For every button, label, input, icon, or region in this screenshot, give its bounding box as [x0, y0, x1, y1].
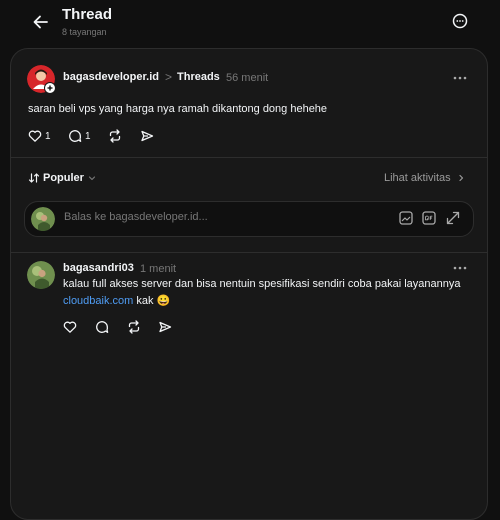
activity-label: Lihat aktivitas: [384, 172, 451, 184]
reply-time: 1 menit: [140, 263, 177, 275]
sort-arrows-icon: [28, 173, 40, 183]
feed-name[interactable]: Threads: [177, 71, 220, 83]
page-title: Thread: [62, 6, 113, 23]
reply-placeholder: Balas ke bagasdeveloper.id...: [64, 211, 208, 223]
comment-button[interactable]: 1: [68, 129, 91, 143]
arrow-left-icon[interactable]: [30, 11, 52, 33]
reply-text: kalau full akses server dan bisa nentuin…: [63, 278, 461, 290]
reply-text-tail: kak: [136, 295, 154, 307]
post-more-icon[interactable]: [452, 75, 468, 81]
view-activity-link[interactable]: Lihat aktivitas: [384, 172, 466, 184]
share-button[interactable]: [140, 129, 154, 143]
more-options-icon[interactable]: [450, 11, 470, 31]
reply-author-avatar[interactable]: [27, 261, 55, 289]
heart-icon: [63, 321, 77, 333]
reply-like-button[interactable]: [63, 320, 77, 334]
user-avatar: [31, 207, 55, 231]
repost-button[interactable]: [108, 129, 122, 143]
gif-icon[interactable]: [420, 209, 438, 227]
post-author[interactable]: bagasdeveloper.id: [63, 71, 159, 83]
post-time: 56 menit: [226, 72, 269, 84]
chevron-down-icon: [88, 176, 96, 181]
view-count: 8 tayangan: [62, 27, 107, 37]
expand-icon[interactable]: [444, 209, 462, 227]
header: Thread 8 tayangan: [0, 0, 500, 46]
divider: [10, 252, 488, 253]
reply-count: 1: [85, 130, 91, 142]
image-icon[interactable]: [397, 209, 415, 227]
follow-badge-icon[interactable]: [44, 82, 56, 94]
repost-icon: [109, 129, 121, 143]
reply-comment-button[interactable]: [95, 320, 109, 334]
post-text: saran beli vps yang harga nya ramah dika…: [28, 103, 328, 115]
repost-icon: [128, 320, 140, 334]
breadcrumb-separator: >: [165, 70, 173, 84]
like-button[interactable]: 1: [28, 129, 51, 143]
reply-link[interactable]: cloudbaik.com: [63, 295, 133, 307]
comment-icon: [96, 321, 109, 333]
chevron-right-icon: [459, 174, 463, 182]
reply-author[interactable]: bagasandri03: [63, 262, 134, 274]
send-icon: [141, 130, 154, 142]
divider: [10, 157, 488, 158]
comment-icon: [69, 130, 82, 142]
grinning-emoji-icon: 😀: [156, 295, 171, 307]
send-icon: [159, 321, 172, 333]
sort-label: Populer: [43, 172, 84, 184]
reply-share-button[interactable]: [158, 320, 172, 334]
reply-repost-button[interactable]: [127, 320, 141, 334]
heart-icon: [28, 130, 42, 142]
like-count: 1: [45, 130, 51, 142]
reply-more-icon[interactable]: [452, 265, 468, 271]
sort-dropdown[interactable]: Populer: [28, 172, 97, 184]
reply-text-continued: cloudbaik.com kak 😀: [63, 294, 170, 307]
